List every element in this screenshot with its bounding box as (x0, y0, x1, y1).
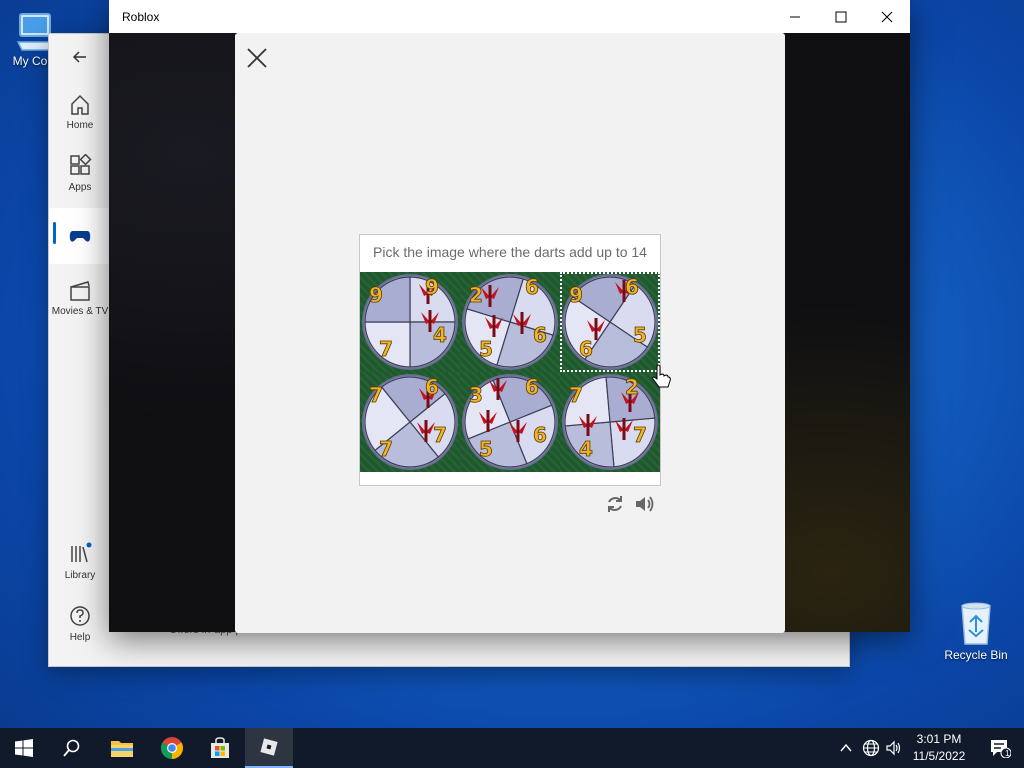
home-icon (71, 94, 89, 115)
dart-score-number: 7 (379, 337, 393, 361)
maximize-icon (835, 11, 847, 22)
dartboard-image: 7 2 7 4 (562, 374, 658, 470)
volume-speaker-icon[interactable] (885, 739, 903, 757)
film-clapper-icon (70, 281, 90, 301)
captcha-challenge: Pick the image where the darts add up to… (359, 234, 661, 486)
dart-score-number: 7 (379, 437, 393, 461)
minimize-icon (790, 16, 800, 17)
roblox-window-title: Roblox (122, 10, 160, 24)
dart-score-number: 7 (569, 383, 583, 407)
back-arrow-icon (72, 51, 86, 63)
dart-score-number: 4 (579, 437, 593, 461)
dart-score-number: 2 (469, 283, 483, 307)
nav-gaming[interactable] (49, 208, 111, 264)
nav-help-label: Help (69, 632, 91, 643)
dart-score-number: 9 (569, 283, 583, 307)
help-icon (70, 606, 90, 626)
captcha-modal: Pick the image where the darts add up to… (235, 33, 785, 633)
folder-icon (111, 741, 133, 757)
dart-score-number: 9 (369, 283, 383, 307)
search-icon (63, 739, 80, 757)
close-icon (881, 11, 893, 22)
dart-score-number: 6 (625, 275, 639, 299)
captcha-tile-1[interactable]: 9 9 4 7 (360, 272, 460, 372)
network-globe-icon[interactable] (862, 739, 880, 757)
clock-date: 11/5/2022 (912, 749, 966, 763)
dart-score-number: 7 (633, 423, 647, 447)
nav-library[interactable]: Library (49, 542, 111, 592)
dart-score-number: 6 (533, 323, 547, 347)
dart-score-number: 6 (579, 337, 593, 361)
maximize-button[interactable] (818, 0, 864, 33)
taskbar: 3:01 PM 11/5/2022 1 (0, 728, 1024, 768)
dartboard-image: 9 6 5 6 (562, 274, 658, 370)
dartboard-image: 7 6 7 7 (362, 374, 458, 470)
roblox-titlebar[interactable]: Roblox (109, 0, 910, 33)
clock-time: 3:01 PM (916, 732, 962, 746)
dart-score-number: 9 (425, 275, 439, 299)
dart-score-number: 6 (425, 375, 439, 399)
captcha-tile-5[interactable]: 3 6 6 5 (460, 372, 560, 472)
dart-score-number: 4 (433, 323, 447, 347)
windows-logo-icon (15, 739, 33, 757)
captcha-prompt: Pick the image where the darts add up to… (373, 244, 647, 260)
file-explorer-taskbar-button[interactable] (98, 728, 146, 768)
dart-score-number: 5 (479, 437, 493, 461)
dart-score-number: 5 (479, 337, 493, 361)
hand-cursor-icon (652, 364, 671, 388)
dartboard-image: 3 6 6 5 (462, 374, 558, 470)
nav-home[interactable]: Home (49, 92, 111, 142)
dart-score-number: 6 (525, 275, 539, 299)
start-button[interactable] (0, 728, 48, 768)
dartboard-image: 2 6 6 5 (462, 274, 558, 370)
minimize-button[interactable] (772, 0, 818, 33)
captcha-tile-6[interactable]: 7 2 7 4 (560, 372, 660, 472)
nav-apps-label: Apps (68, 182, 92, 193)
dart-score-number: 7 (433, 423, 447, 447)
chrome-icon (161, 737, 183, 759)
taskbar-clock[interactable]: 3:01 PM 11/5/2022 (906, 731, 972, 765)
captcha-tile-2[interactable]: 2 6 6 5 (460, 272, 560, 372)
roblox-logo-icon (260, 738, 278, 756)
library-icon (71, 542, 92, 563)
nav-movies[interactable]: Movies & TV (49, 278, 111, 328)
store-bag-icon (211, 737, 229, 758)
chrome-taskbar-button[interactable] (148, 728, 196, 768)
audio-challenge-button[interactable] (633, 493, 655, 515)
gamepad-icon (69, 231, 91, 242)
dart-score-number: 3 (469, 383, 483, 407)
captcha-image-grid: 9947 2665 9656 7677 3665 7274 (360, 272, 660, 472)
roblox-taskbar-button[interactable] (245, 728, 293, 768)
back-button[interactable] (49, 48, 111, 68)
notification-count: 1 (1005, 749, 1010, 758)
close-modal-button[interactable] (245, 46, 269, 70)
nav-library-label: Library (64, 570, 96, 581)
nav-apps[interactable]: Apps (49, 154, 111, 204)
action-center-button[interactable]: 1 (976, 728, 1024, 768)
microsoft-store-taskbar-button[interactable] (196, 728, 244, 768)
refresh-challenge-button[interactable] (604, 493, 626, 515)
close-window-button[interactable] (864, 0, 910, 33)
dart-score-number: 6 (533, 423, 547, 447)
show-hidden-icons-chevron-up-icon[interactable] (840, 742, 852, 754)
recycle-bin-label: Recycle Bin (944, 648, 1008, 662)
store-nav-rail: Home Apps Movies & TV Library Help (49, 34, 111, 666)
dart-score-number: 2 (625, 375, 639, 399)
dart-score-number: 5 (633, 323, 647, 347)
captcha-tile-4[interactable]: 7 6 7 7 (360, 372, 460, 472)
search-button[interactable] (48, 728, 96, 768)
nav-home-label: Home (66, 120, 94, 131)
dart-score-number: 6 (525, 375, 539, 399)
recycle-bin-icon (961, 602, 991, 645)
apps-icon (70, 154, 92, 175)
nav-help[interactable]: Help (49, 604, 111, 654)
nav-movies-label: Movies & TV (51, 306, 109, 317)
dart-score-number: 7 (369, 383, 383, 407)
recycle-bin-desktop-icon[interactable]: Recycle Bin (938, 600, 1014, 662)
captcha-tile-3[interactable]: 9 6 5 6 (560, 272, 660, 372)
dartboard-image: 9 9 4 7 (362, 274, 458, 370)
